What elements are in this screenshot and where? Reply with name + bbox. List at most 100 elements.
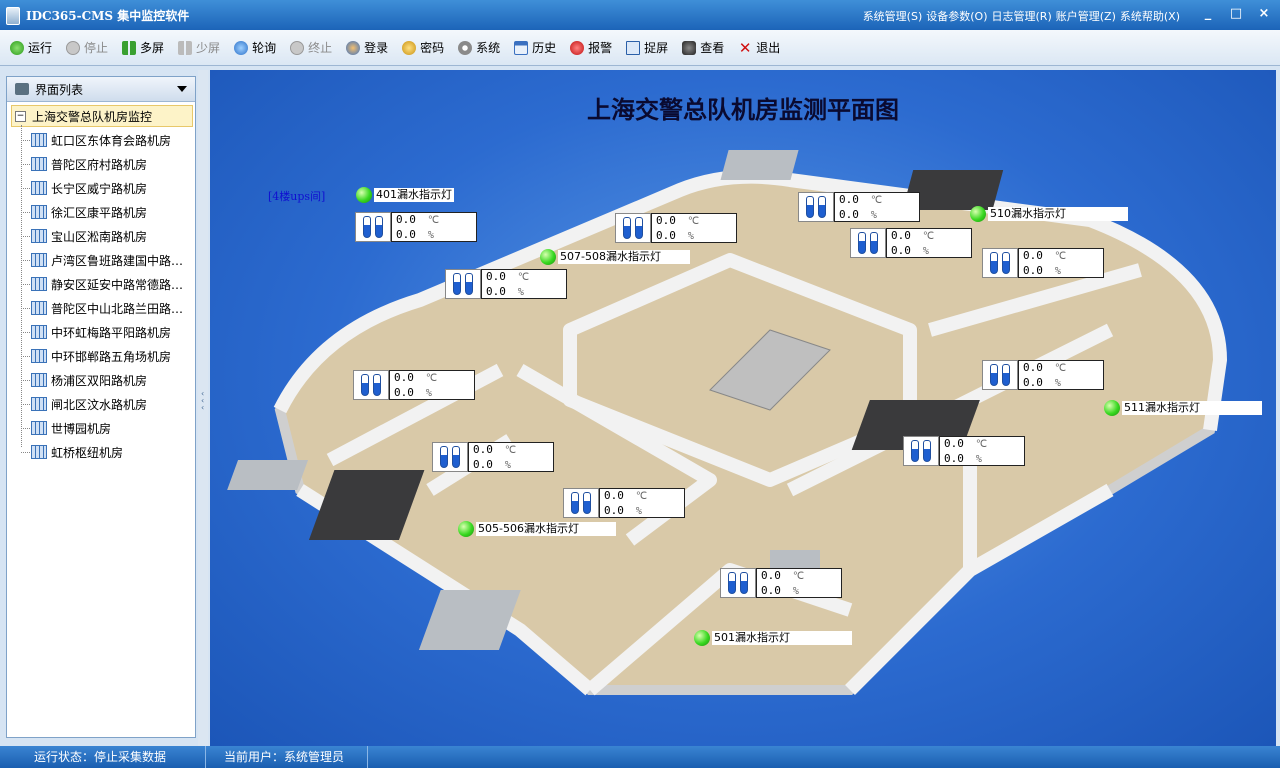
tree-root-label: 上海交警总队机房监控	[32, 109, 153, 124]
temp-humidity-sensor[interactable]: 0.0 ℃ 0.0%	[720, 568, 842, 598]
temp-humidity-sensor[interactable]: 0.0 ℃ 0.0%	[798, 192, 920, 222]
temp-humidity-sensor[interactable]: 0.0 ℃ 0.0%	[355, 212, 477, 242]
menu-device-params[interactable]: 设备参数(O)	[926, 8, 987, 24]
maximize-button[interactable]: □	[1228, 6, 1244, 22]
leak-indicator-401[interactable]: 401漏水指示灯	[356, 187, 454, 203]
stop-icon	[66, 40, 81, 55]
table-icon	[31, 205, 47, 219]
screen-capture-icon	[626, 40, 641, 55]
menu-log-manage[interactable]: 日志管理(R)	[992, 8, 1052, 24]
status-light-icon	[970, 206, 986, 222]
menu-system-manage[interactable]: 系统管理(S)	[863, 8, 923, 24]
thermometer-icon	[798, 192, 834, 222]
title-bar: IDC365-CMS 集中监控软件 系统管理(S) 设备参数(O) 日志管理(R…	[0, 0, 1280, 30]
thermometer-icon	[432, 442, 468, 472]
table-icon	[31, 181, 47, 195]
tree-item[interactable]: 长宁区威宁路机房	[31, 177, 191, 199]
leak-indicator-510[interactable]: 510漏水指示灯	[970, 206, 1128, 222]
system-button[interactable]: 系统	[458, 39, 500, 56]
terminate-button[interactable]: 终止	[290, 39, 332, 56]
current-user: 当前用户：系统管理员	[208, 746, 368, 768]
check-icon	[10, 40, 24, 55]
table-icon	[31, 373, 47, 387]
tree-item[interactable]: 徐汇区康平路机房	[31, 201, 191, 223]
tree-branch	[21, 140, 30, 141]
temp-humidity-sensor[interactable]: 0.0 ℃ 0.0%	[615, 213, 737, 243]
login-button[interactable]: 登录	[346, 39, 388, 56]
thermometer-icon	[353, 370, 389, 400]
leak-indicator-501[interactable]: 501漏水指示灯	[694, 630, 852, 646]
tree-item[interactable]: 普陀区府村路机房	[31, 153, 191, 175]
status-bar: 运行状态：停止采集数据 当前用户：系统管理员	[0, 746, 1280, 768]
status-light-icon	[1104, 400, 1120, 416]
menu-bar: 系统管理(S) 设备参数(O) 日志管理(R) 账户管理(Z) 系统帮助(X)	[863, 8, 1180, 24]
temp-humidity-sensor[interactable]: 0.0 ℃ 0.0%	[432, 442, 554, 472]
thermometer-icon	[903, 436, 939, 466]
temp-humidity-sensor[interactable]: 0.0 ℃ 0.0%	[353, 370, 475, 400]
history-button[interactable]: 历史	[514, 39, 556, 56]
screen-list-title: 界面列表	[35, 82, 84, 97]
thermometer-icon	[563, 488, 599, 518]
alert-icon	[570, 40, 585, 55]
run-status: 运行状态：停止采集数据	[0, 746, 206, 768]
run-button[interactable]: 运行	[10, 39, 52, 56]
stop-button[interactable]: 停止	[66, 39, 108, 56]
less-screen-button[interactable]: 少屏	[178, 39, 220, 56]
table-icon	[31, 397, 47, 411]
menu-system-help[interactable]: 系统帮助(X)	[1120, 8, 1180, 24]
chevron-down-icon[interactable]	[177, 86, 187, 92]
tree-item[interactable]: 宝山区淞南路机房	[31, 225, 191, 247]
minimize-button[interactable]: _	[1200, 6, 1216, 22]
temp-humidity-sensor[interactable]: 0.0 ℃ 0.0%	[445, 269, 567, 299]
temp-humidity-sensor[interactable]: 0.0 ℃ 0.0%	[903, 436, 1025, 466]
tree-branch	[21, 428, 30, 429]
panel-splitter[interactable]: ‹ ‹ ‹	[198, 70, 208, 746]
leak-indicator-511[interactable]: 511漏水指示灯	[1104, 400, 1262, 416]
tree-item[interactable]: 闸北区汶水路机房	[31, 393, 191, 415]
tree-branch	[21, 452, 30, 453]
floor-plan-title: 上海交警总队机房监测平面图	[587, 95, 899, 124]
temp-humidity-sensor[interactable]: 0.0 ℃ 0.0%	[850, 228, 972, 258]
alarm-button[interactable]: 报警	[570, 39, 612, 56]
poll-button[interactable]: 轮询	[234, 39, 276, 56]
status-light-icon	[694, 630, 710, 646]
tree-branch	[21, 212, 30, 213]
temp-humidity-sensor[interactable]: 0.0 ℃ 0.0%	[982, 360, 1104, 390]
table-icon	[31, 421, 47, 435]
tree-item[interactable]: 中环邯郸路五角场机房	[31, 345, 191, 367]
view-button[interactable]: 查看	[682, 39, 724, 56]
multi-screen-button[interactable]: 多屏	[122, 39, 164, 56]
tree-item[interactable]: 中环虹梅路平阳路机房	[31, 321, 191, 343]
password-button[interactable]: 密码	[402, 39, 444, 56]
users-icon	[346, 40, 361, 55]
refresh-icon	[234, 40, 249, 55]
tree-root[interactable]: − 上海交警总队机房监控	[11, 105, 193, 127]
key-icon	[402, 40, 417, 55]
splitter-grip-icon[interactable]: ‹ ‹ ‹	[201, 390, 205, 420]
exit-button[interactable]: ✕ 退出	[738, 39, 780, 56]
gear-icon	[458, 40, 473, 55]
tree-item[interactable]: 虹桥枢纽机房	[31, 441, 191, 463]
tree-item[interactable]: 虹口区东体育会路机房	[31, 129, 191, 151]
grid-icon	[178, 40, 193, 55]
tree-item[interactable]: 普陀区中山北路兰田路机房	[31, 297, 191, 319]
close-button[interactable]: ×	[1256, 6, 1272, 22]
capture-button[interactable]: 捉屏	[626, 39, 668, 56]
tree-item[interactable]: 世博园机房	[31, 417, 191, 439]
thermometer-icon	[355, 212, 391, 242]
table-icon	[31, 301, 47, 315]
tree-item[interactable]: 杨浦区双阳路机房	[31, 369, 191, 391]
tree-branch	[21, 188, 30, 189]
menu-account-manage[interactable]: 账户管理(Z)	[1056, 8, 1116, 24]
table-icon	[31, 277, 47, 291]
temp-humidity-sensor[interactable]: 0.0 ℃ 0.0%	[563, 488, 685, 518]
temp-humidity-sensor[interactable]: 0.0 ℃ 0.0%	[982, 248, 1104, 278]
leak-indicator-507-508[interactable]: 507-508漏水指示灯	[540, 249, 690, 265]
leak-indicator-505-506[interactable]: 505-506漏水指示灯	[458, 521, 616, 537]
screen-list-header[interactable]: 界面列表	[7, 77, 195, 102]
binoculars-icon	[682, 40, 697, 55]
thermometer-icon	[982, 248, 1018, 278]
tree-item[interactable]: 卢湾区鲁班路建国中路机房	[31, 249, 191, 271]
tree-item[interactable]: 静安区延安中路常德路机房	[31, 273, 191, 295]
collapse-icon[interactable]: −	[15, 110, 26, 122]
